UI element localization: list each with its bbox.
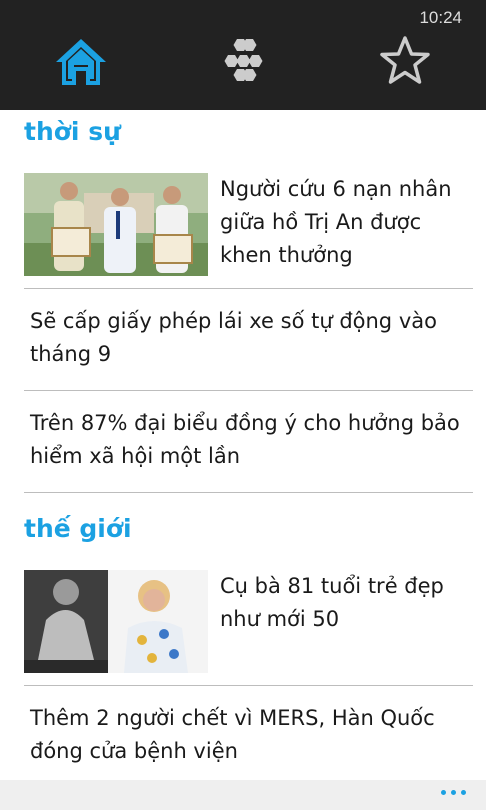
categories-icon	[224, 39, 263, 81]
article-item[interactable]: Thêm 2 người chết vì MERS, Hàn Quốc đóng…	[24, 686, 473, 780]
article-item[interactable]: Trên 87% đại biểu đồng ý cho hưởng bảo h…	[24, 391, 473, 493]
status-time: 10:24	[419, 8, 462, 27]
news-content: thời sự Người cứu 6 nạn nhân giữa hồ Trị…	[0, 110, 486, 780]
section-thoi-su: thời sự Người cứu 6 nạn nhân giữa hồ Trị…	[0, 110, 486, 493]
star-icon	[380, 36, 430, 84]
article-item[interactable]: Cụ bà 81 tuổi trẻ đẹp như mới 50	[24, 553, 473, 686]
section-the-gioi: thế giới Cụ bà 81 tuổi trẻ đẹp như mới 5…	[0, 507, 486, 780]
section-title: thời sự	[24, 117, 121, 146]
article-headline: Trên 87% đại biểu đồng ý cho hưởng bảo h…	[30, 411, 460, 468]
article-headline: Thêm 2 người chết vì MERS, Hàn Quốc đóng…	[30, 706, 435, 763]
tab-home[interactable]	[53, 34, 109, 90]
more-dots-icon[interactable]	[441, 790, 466, 795]
app-bar	[0, 780, 486, 810]
article-thumbnail	[24, 570, 208, 673]
article-headline: Sẽ cấp giấy phép lái xe số tự động vào t…	[30, 309, 437, 366]
article-list: Người cứu 6 nạn nhân giữa hồ Trị An được…	[0, 156, 486, 493]
article-headline: Cụ bà 81 tuổi trẻ đẹp như mới 50	[220, 574, 444, 631]
top-bar: 10:24	[0, 0, 486, 110]
tab-favorites[interactable]	[377, 34, 433, 90]
section-title: thế giới	[24, 514, 132, 543]
article-list: Cụ bà 81 tuổi trẻ đẹp như mới 50 Thêm 2 …	[0, 553, 486, 780]
article-item[interactable]: Người cứu 6 nạn nhân giữa hồ Trị An được…	[24, 156, 473, 289]
article-headline: Người cứu 6 nạn nhân giữa hồ Trị An được…	[220, 177, 452, 267]
tab-categories[interactable]	[215, 34, 271, 90]
article-item[interactable]: Sẽ cấp giấy phép lái xe số tự động vào t…	[24, 289, 473, 391]
article-thumbnail	[24, 173, 208, 276]
home-icon	[56, 39, 106, 85]
